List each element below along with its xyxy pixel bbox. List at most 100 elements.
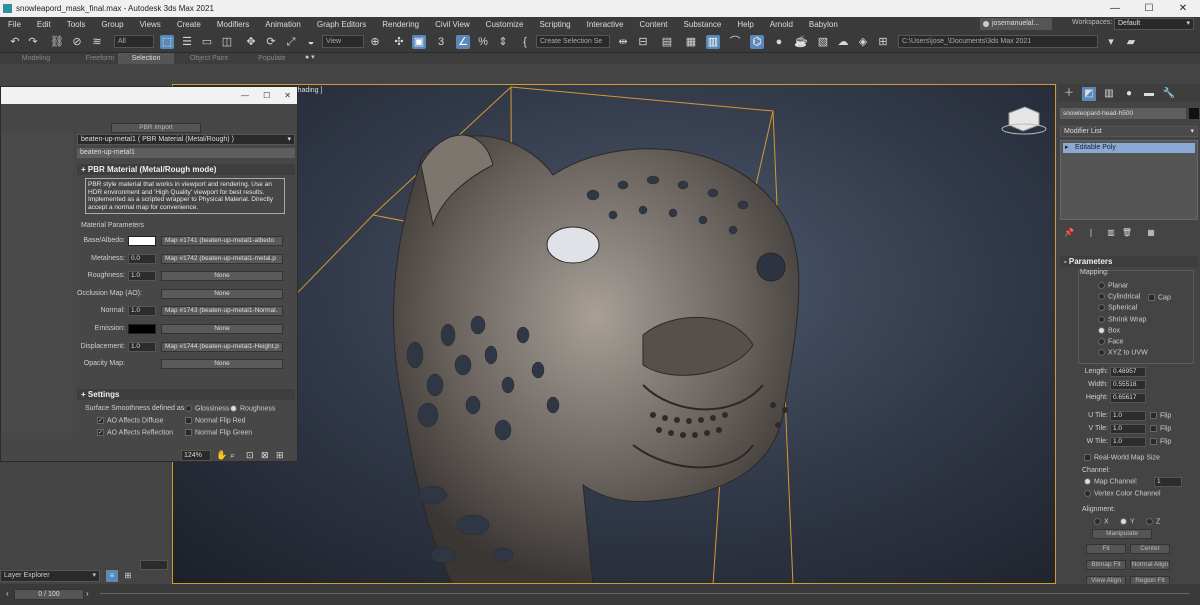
metalness-map-button[interactable]: Map #1742 (beaten-up-metal1-metal.p (161, 253, 283, 264)
scale-icon[interactable]: ⤢ (284, 35, 298, 49)
menu-graph-editors[interactable]: Graph Editors (309, 20, 374, 29)
next-frame-icon[interactable]: › (86, 589, 89, 598)
mirror-icon[interactable]: ⇹ (616, 35, 630, 49)
node-canvas[interactable] (1, 133, 73, 433)
pan-icon[interactable]: ✋ (216, 450, 227, 461)
zoom-dropdown[interactable]: 124% (181, 450, 211, 461)
snaps-toggle-icon[interactable]: 3 (434, 35, 448, 49)
mini-listener[interactable] (140, 560, 168, 570)
edit-named-selection-icon[interactable]: { (518, 35, 532, 49)
width-spinner[interactable]: 0.55518 (1110, 380, 1146, 390)
motion-tab-icon[interactable]: ● (1122, 87, 1136, 101)
manipulate-button[interactable]: Manipulate (1092, 529, 1152, 539)
menu-views[interactable]: Views (132, 20, 169, 29)
roughness-spinner[interactable]: 1.0 (128, 271, 156, 282)
menu-interactive[interactable]: Interactive (579, 20, 632, 29)
modifier-stack[interactable]: ▸ Editable Poly (1060, 140, 1198, 220)
map-channel-radio[interactable]: Map Channel: (1084, 478, 1138, 485)
menu-create[interactable]: Create (169, 20, 209, 29)
undo-icon[interactable]: ↶ (8, 35, 22, 49)
utilities-tab-icon[interactable]: 🔧 (1162, 87, 1176, 101)
mapping-face-radio[interactable]: Face (1098, 338, 1124, 345)
menu-group[interactable]: Group (93, 20, 131, 29)
dialog-minimize-button[interactable]: — (241, 91, 249, 100)
glossiness-radio[interactable]: Glossiness (185, 405, 229, 412)
mapping-box-radio[interactable]: Box (1098, 326, 1120, 334)
zoom-icon[interactable]: ⌕ (230, 450, 235, 461)
project-folder-field[interactable]: C:\Users\jose_\Documents\3ds Max 2021 (898, 35, 1098, 48)
angle-snap-icon[interactable]: ∠ (456, 35, 470, 49)
workspace-dropdown[interactable]: Default ▾ (1114, 18, 1194, 30)
modifier-stack-item[interactable]: ▸ Editable Poly (1063, 143, 1195, 153)
align-icon[interactable]: ⊟ (636, 35, 650, 49)
modifier-list-dropdown[interactable]: Modifier List ▾ (1060, 126, 1198, 137)
normal-spinner[interactable]: 1.0 (128, 306, 156, 317)
vertex-color-channel-radio[interactable]: Vertex Color Channel (1084, 490, 1161, 497)
mapping-xyz-to-uvw-radio[interactable]: XYZ to UVW (1098, 349, 1148, 357)
fit-view-icon[interactable]: ⊞ (276, 450, 284, 461)
select-object-icon[interactable]: ⬚ (160, 35, 174, 49)
tab-object-paint[interactable]: Object Paint (176, 53, 242, 64)
material-name-field[interactable]: beaten-up-metal1 (77, 148, 295, 158)
bind-space-warp-icon[interactable]: ≋ (90, 35, 104, 49)
menu-modifiers[interactable]: Modifiers (209, 20, 257, 29)
render-in-cloud-icon[interactable]: ◈ (856, 35, 870, 49)
modify-tab-icon[interactable]: ◩ (1082, 87, 1096, 101)
layer-toggle-icon[interactable]: ≡ (106, 570, 118, 582)
tab-modeling[interactable]: Modeling (0, 53, 72, 64)
keyboard-shortcut-icon[interactable]: ▣ (412, 35, 426, 49)
view-cube[interactable] (1001, 106, 1047, 135)
percent-snap-icon[interactable]: % (476, 35, 490, 49)
displacement-map-button[interactable]: Map #1744 (beaten-up-metal1-Height.p (161, 341, 283, 352)
utile-flip-checkbox[interactable]: Flip (1150, 412, 1171, 419)
window-crossing-icon[interactable]: ◫ (220, 35, 234, 49)
named-selection-set-dropdown[interactable]: Create Selection Se (536, 35, 610, 48)
pin-stack-icon[interactable]: 📌 (1062, 226, 1076, 240)
time-slider[interactable]: 0 / 100 (14, 589, 84, 600)
toggle-scene-explorer-icon[interactable]: ▤ (660, 35, 674, 49)
move-icon[interactable]: ✥ (244, 35, 258, 49)
close-button[interactable]: ✕ (1166, 0, 1200, 17)
wtile-flip-checkbox[interactable]: Flip (1150, 438, 1171, 445)
roughness-map-button[interactable]: None (161, 271, 283, 282)
ribbon-options-icon[interactable]: ● ▾ (305, 53, 315, 61)
select-manipulate-icon[interactable]: ✣ (392, 35, 406, 49)
pbr-material-rollout[interactable]: + PBR Material (Metal/Rough mode) (77, 164, 295, 175)
expand-icon[interactable]: ▸ (1065, 143, 1069, 153)
spinner-snap-icon[interactable]: ⇕ (496, 35, 510, 49)
normal-flip-red-checkbox[interactable]: Normal Flip Red (185, 417, 246, 424)
reference-coordinate-dropdown[interactable]: View (322, 35, 364, 48)
mapping-planar-radio[interactable]: Planar (1098, 282, 1128, 289)
ao-affects-reflection-checkbox[interactable]: ✓ AO Affects Reflection (97, 429, 173, 436)
curve-editor-icon[interactable]: ⌒ (728, 35, 742, 49)
menu-babylon[interactable]: Babylon (801, 20, 846, 29)
minimize-button[interactable]: — (1098, 0, 1132, 17)
menu-file[interactable]: File (0, 20, 29, 29)
material-name-dropdown[interactable]: beaten-up-metal1 ( PBR Material (Metal/R… (77, 134, 295, 145)
rectangular-selection-icon[interactable]: ▭ (200, 35, 214, 49)
cap-checkbox[interactable]: Cap (1148, 294, 1171, 301)
rotate-icon[interactable]: ⟳ (264, 35, 278, 49)
menu-help[interactable]: Help (729, 20, 761, 29)
vtile-flip-checkbox[interactable]: Flip (1150, 425, 1171, 432)
perspective-viewport[interactable]: t Shading ] (172, 84, 1056, 584)
align-y-radio[interactable]: Y (1120, 518, 1135, 525)
maximize-button[interactable]: ☐ (1132, 0, 1166, 17)
redo-icon[interactable]: ↷ (26, 35, 40, 49)
place-icon[interactable]: ◒ (304, 35, 318, 49)
toggle-ribbon-icon[interactable]: ▥ (706, 35, 720, 49)
rendered-frame-window-icon[interactable]: ▧ (816, 35, 830, 49)
menu-rendering[interactable]: Rendering (374, 20, 427, 29)
render-production-icon[interactable]: ☁ (836, 35, 850, 49)
schematic-view-icon[interactable]: ⌬ (750, 35, 764, 49)
menu-customize[interactable]: Customize (478, 20, 532, 29)
utile-spinner[interactable]: 1.0 (1110, 411, 1146, 421)
bitmap-fit-button[interactable]: Bitmap Fit (1086, 560, 1126, 570)
folder-icon[interactable]: ▰ (1124, 35, 1138, 49)
time-slider-toggle-icon[interactable]: ‹ (6, 589, 9, 598)
occlusion-map-ao-map-button[interactable]: None (161, 288, 283, 299)
unlink-icon[interactable]: ⊘ (70, 35, 84, 49)
vtile-spinner[interactable]: 1.0 (1110, 424, 1146, 434)
render-setup-icon[interactable]: ☕ (794, 35, 808, 49)
align-z-radio[interactable]: Z (1146, 518, 1160, 525)
